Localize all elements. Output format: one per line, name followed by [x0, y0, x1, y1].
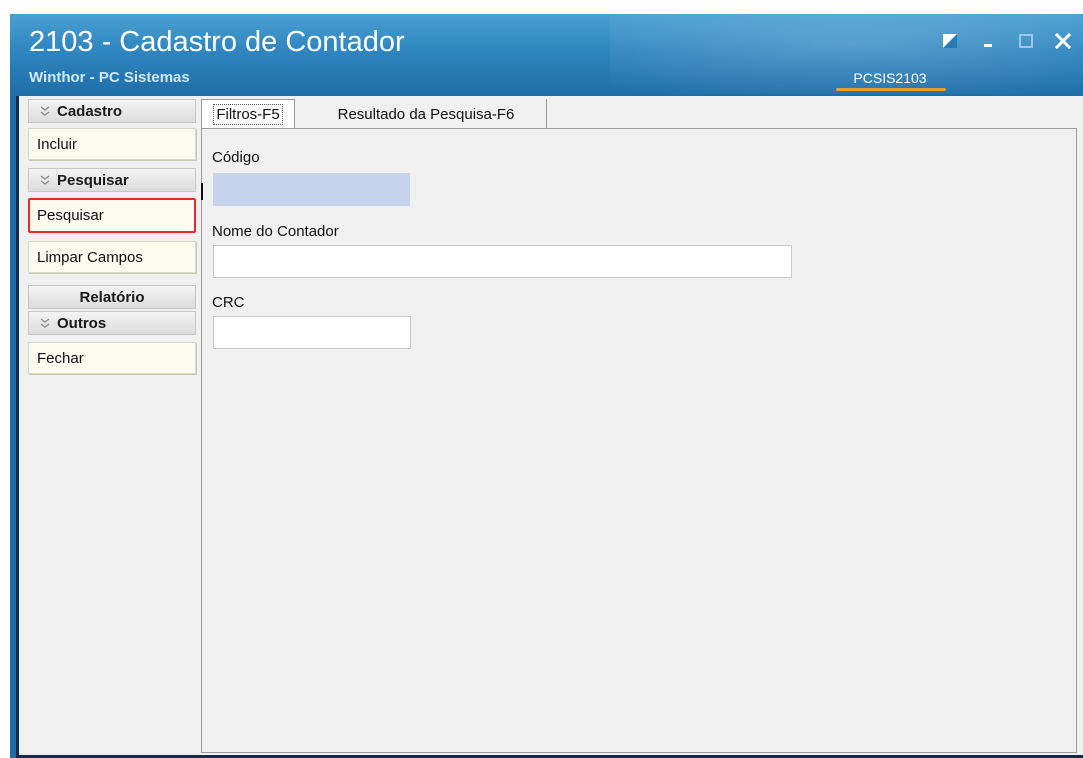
text-caret	[201, 183, 203, 200]
sidebar-header-label: Pesquisar	[57, 171, 129, 189]
tab-label: Resultado da Pesquisa-F6	[337, 105, 515, 123]
window-title: 2103 - Cadastro de Contador	[29, 26, 405, 58]
sidebar-header-outros[interactable]: Outros	[28, 311, 196, 335]
sidebar-header-pesquisar[interactable]: Pesquisar	[28, 168, 196, 192]
sidebar-item-incluir[interactable]: Incluir	[28, 128, 196, 160]
client-area: Cadastro Incluir Pesquisar Pesquisar Lim…	[16, 96, 1083, 758]
sidebar-item-pesquisar[interactable]: Pesquisar	[28, 198, 196, 233]
chevron-double-down-icon	[37, 174, 53, 186]
restore-icon	[943, 34, 957, 48]
routine-code-label: PCSIS2103	[853, 70, 927, 86]
close-button[interactable]	[1052, 30, 1074, 52]
title-bar[interactable]: 2103 - Cadastro de Contador Winthor - PC…	[10, 14, 1083, 94]
sidebar-item-limpar-campos[interactable]: Limpar Campos	[28, 241, 196, 273]
maximize-icon	[1019, 34, 1033, 48]
window-subtitle: Winthor - PC Sistemas	[29, 69, 190, 86]
tab-resultado-pesquisa[interactable]: Resultado da Pesquisa-F6	[306, 99, 547, 129]
minimize-button[interactable]	[978, 30, 1000, 52]
sidebar-header-label: Outros	[57, 314, 107, 332]
chevron-double-down-icon	[37, 317, 53, 329]
restore-window-button[interactable]	[939, 30, 961, 52]
routine-code-underline	[836, 88, 946, 91]
sidebar-header-label: Cadastro	[57, 102, 123, 120]
minimize-icon	[984, 44, 992, 47]
nome-contador-label: Nome do Contador	[212, 223, 339, 240]
maximize-button[interactable]	[1015, 30, 1037, 52]
tab-label: Filtros-F5	[213, 104, 283, 125]
codigo-input[interactable]	[213, 173, 410, 206]
filters-panel: Código Nome do Contador CRC	[201, 128, 1077, 753]
crc-input[interactable]	[213, 316, 411, 349]
tab-filtros[interactable]: Filtros-F5	[201, 99, 295, 129]
application-window: 2103 - Cadastro de Contador Winthor - PC…	[10, 14, 1083, 758]
sidebar-header-label: Relatório	[79, 288, 145, 306]
nome-contador-input[interactable]	[213, 245, 792, 278]
close-icon	[1054, 32, 1072, 50]
crc-label: CRC	[212, 294, 245, 311]
codigo-label: Código	[212, 149, 260, 166]
sidebar-header-relatorio[interactable]: Relatório	[28, 285, 196, 309]
sidebar-item-fechar[interactable]: Fechar	[28, 342, 196, 374]
chevron-double-down-icon	[37, 105, 53, 117]
sidebar-header-cadastro[interactable]: Cadastro	[28, 99, 196, 123]
